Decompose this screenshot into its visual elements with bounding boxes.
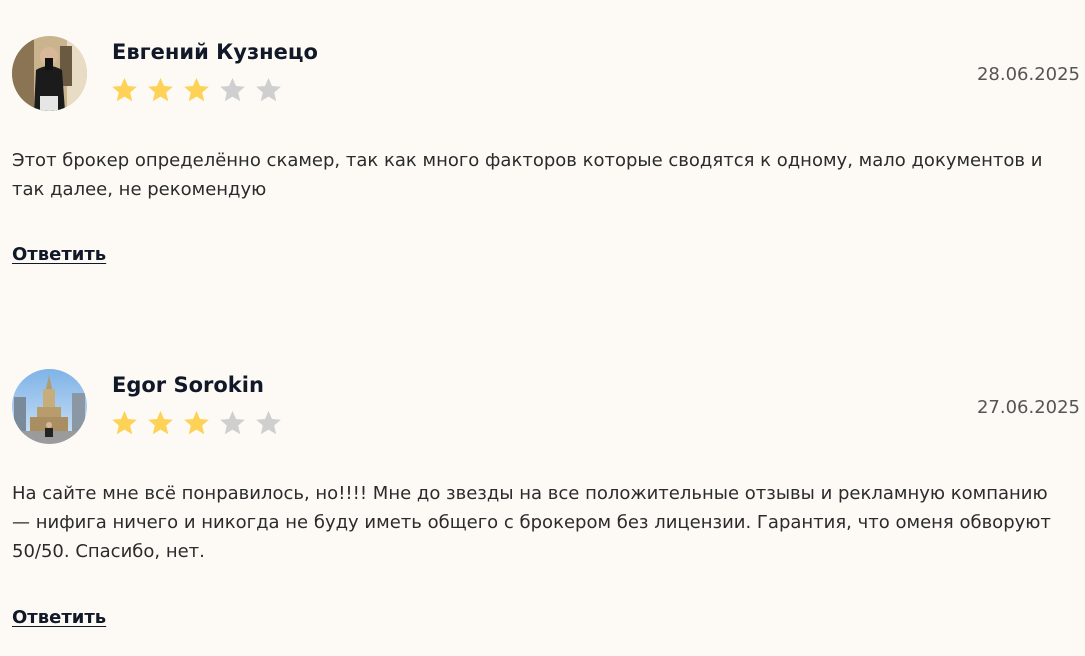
reply-link[interactable]: Ответить bbox=[12, 244, 106, 265]
avatar bbox=[12, 36, 87, 111]
star-filled-icon bbox=[148, 410, 173, 435]
star-filled-icon bbox=[112, 410, 137, 435]
star-filled-icon bbox=[148, 77, 173, 102]
avatar-photo bbox=[12, 36, 87, 111]
review-text: Этот брокер определённо скамер, так как … bbox=[12, 150, 1043, 200]
star-filled-icon bbox=[112, 77, 137, 102]
review-date: 27.06.2025 bbox=[976, 397, 1080, 418]
author-name: Евгений Кузнецо bbox=[112, 40, 318, 64]
star-empty-icon bbox=[220, 77, 245, 102]
star-filled-icon bbox=[184, 77, 209, 102]
star-rating bbox=[110, 76, 283, 105]
avatar-photo bbox=[12, 369, 87, 444]
star-empty-icon bbox=[256, 77, 281, 102]
reply-link[interactable]: Ответить bbox=[12, 607, 106, 628]
review-text: На сайте мне всё понравилось, но!!!! Мне… bbox=[12, 483, 1051, 562]
star-rating bbox=[110, 409, 283, 438]
star-empty-icon bbox=[256, 410, 281, 435]
review-date: 28.06.2025 bbox=[976, 64, 1080, 85]
star-filled-icon bbox=[184, 410, 209, 435]
star-empty-icon bbox=[220, 410, 245, 435]
avatar bbox=[12, 369, 87, 444]
author-name: Egor Sorokin bbox=[112, 373, 264, 397]
